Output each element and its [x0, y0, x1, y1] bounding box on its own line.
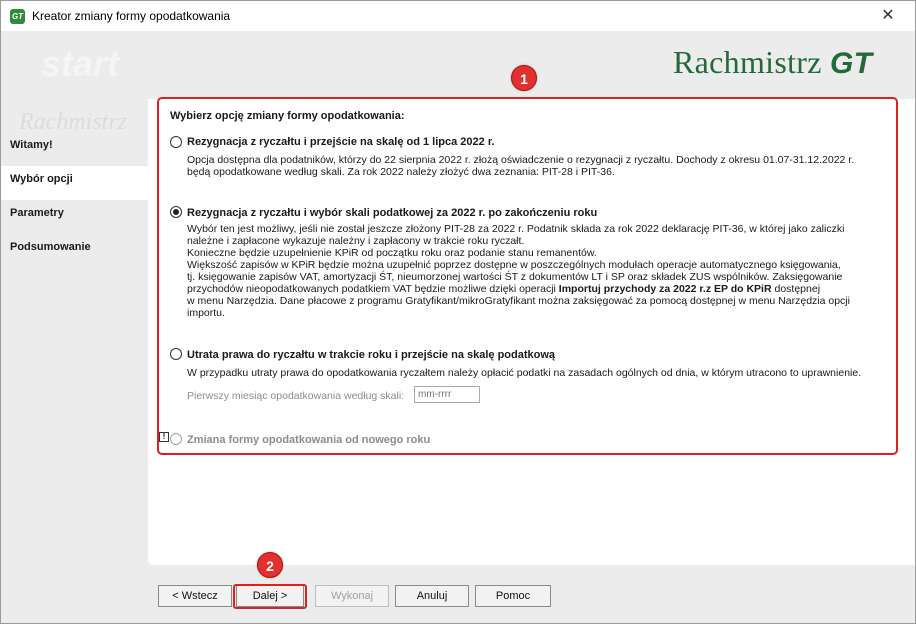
annotation-badge-2: 2 [257, 552, 283, 578]
annotation-box-options [157, 97, 898, 455]
brand-name: Rachmistrz [673, 44, 831, 80]
nav-step-witamy[interactable]: Witamy! [1, 132, 148, 166]
wizard-window: GT Kreator zmiany formy opodatkowania ✕ … [0, 0, 916, 624]
annotation-box-next [233, 584, 307, 609]
nav-step-parametry[interactable]: Parametry [1, 200, 148, 234]
nav-step-wybor-opcji[interactable]: Wybór opcji [1, 166, 148, 200]
annotation-badge-1: 1 [511, 65, 537, 91]
cancel-button[interactable]: Anuluj [395, 585, 469, 607]
execute-button[interactable]: Wykonaj [315, 585, 389, 607]
nav-step-podsumowanie[interactable]: Podsumowanie [1, 234, 148, 268]
brand-suffix: GT [830, 47, 873, 80]
window-title: Kreator zmiany formy opodatkowania [32, 9, 231, 23]
brand-logo: Rachmistrz GT [673, 44, 872, 81]
title-bar: GT Kreator zmiany formy opodatkowania ✕ [1, 1, 915, 31]
app-icon: GT [10, 9, 25, 24]
help-button[interactable]: Pomoc [475, 585, 551, 607]
close-icon[interactable]: ✕ [877, 5, 899, 27]
back-button[interactable]: < Wstecz [158, 585, 232, 607]
watermark-start: start [41, 43, 120, 84]
wizard-steps-nav: Witamy! Wybór opcji Parametry Podsumowan… [1, 132, 148, 268]
